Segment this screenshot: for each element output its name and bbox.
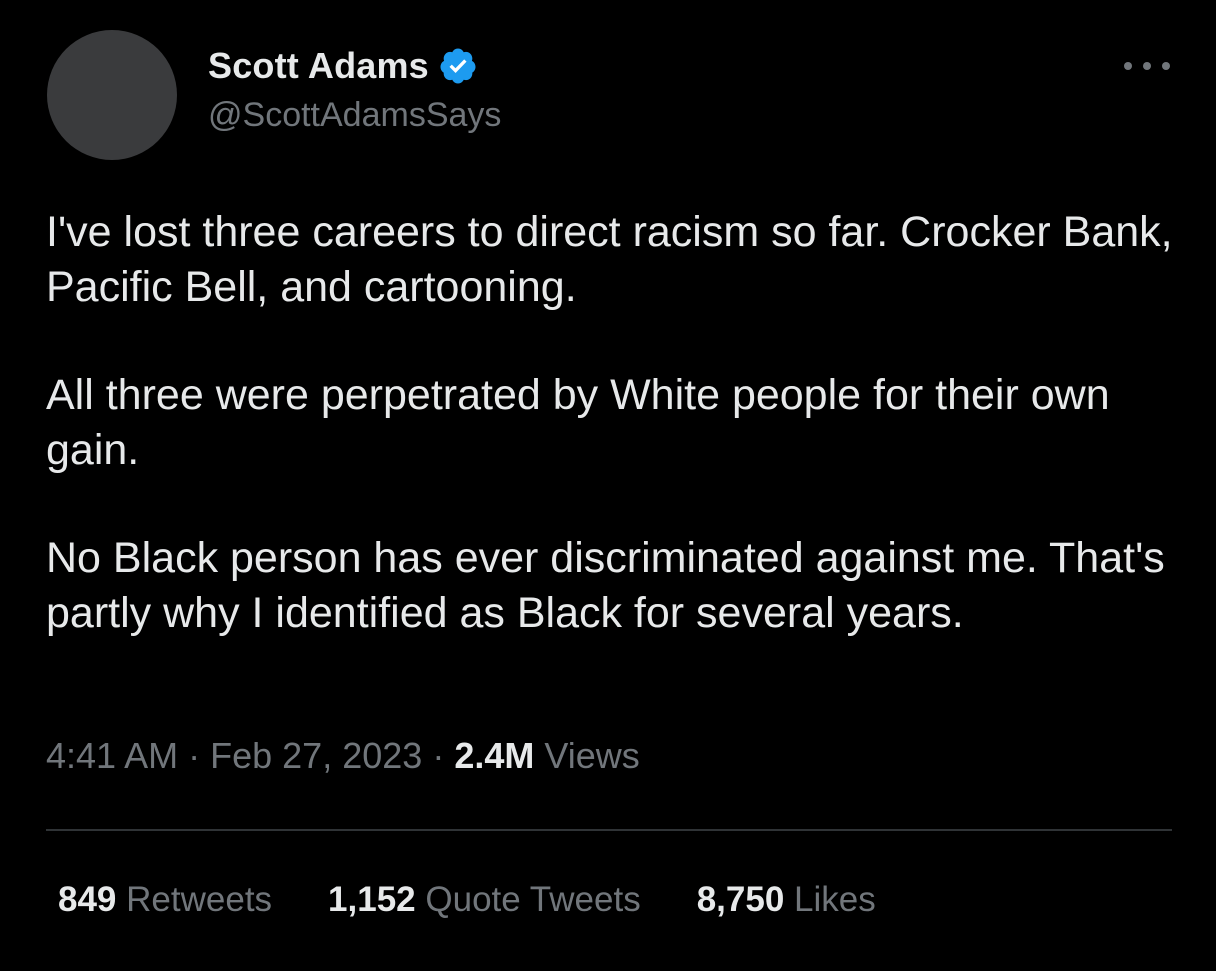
tweet-paragraph: No Black person has ever discriminated a… <box>46 534 1165 637</box>
tweet-date[interactable]: Feb 27, 2023 <box>210 735 422 776</box>
more-dot <box>1143 62 1151 70</box>
more-options-button[interactable] <box>1124 54 1170 78</box>
retweets-count: 849 <box>58 880 117 919</box>
avatar[interactable] <box>47 30 177 160</box>
likes-count: 8,750 <box>696 880 785 919</box>
divider <box>46 829 1172 831</box>
more-dot <box>1124 62 1132 70</box>
likes-label: Likes <box>794 880 876 919</box>
meta-separator: · <box>188 735 201 776</box>
retweets-label: Retweets <box>126 880 273 919</box>
likes-stat[interactable]: 8,750 Likes <box>697 880 876 920</box>
quote-tweets-label: Quote Tweets <box>425 880 641 919</box>
author-name-row: Scott Adams <box>208 42 478 90</box>
retweets-stat[interactable]: 849 Retweets <box>58 880 272 920</box>
meta-separator: · <box>432 735 445 776</box>
tweet-time[interactable]: 4:41 AM <box>46 735 178 776</box>
tweet-paragraph: I've lost three careers to direct racism… <box>46 208 1173 311</box>
quote-tweets-count: 1,152 <box>328 880 416 919</box>
verified-badge-icon <box>440 48 476 84</box>
more-dot <box>1162 62 1170 70</box>
views-count: 2.4M <box>454 735 535 776</box>
author-display-name[interactable]: Scott Adams <box>208 45 429 87</box>
quote-tweets-stat[interactable]: 1,152 Quote Tweets <box>328 880 641 920</box>
engagement-stats: 849 Retweets 1,152 Quote Tweets 8,750 Li… <box>58 880 932 920</box>
author-handle[interactable]: @ScottAdamsSays <box>208 96 501 135</box>
views-label: Views <box>544 735 640 776</box>
tweet-meta: 4:41 AM · Feb 27, 2023 · 2.4M Views <box>46 735 640 777</box>
tweet-text: I've lost three careers to direct racism… <box>46 205 1176 641</box>
tweet-paragraph: All three were perpetrated by White peop… <box>46 371 1110 474</box>
